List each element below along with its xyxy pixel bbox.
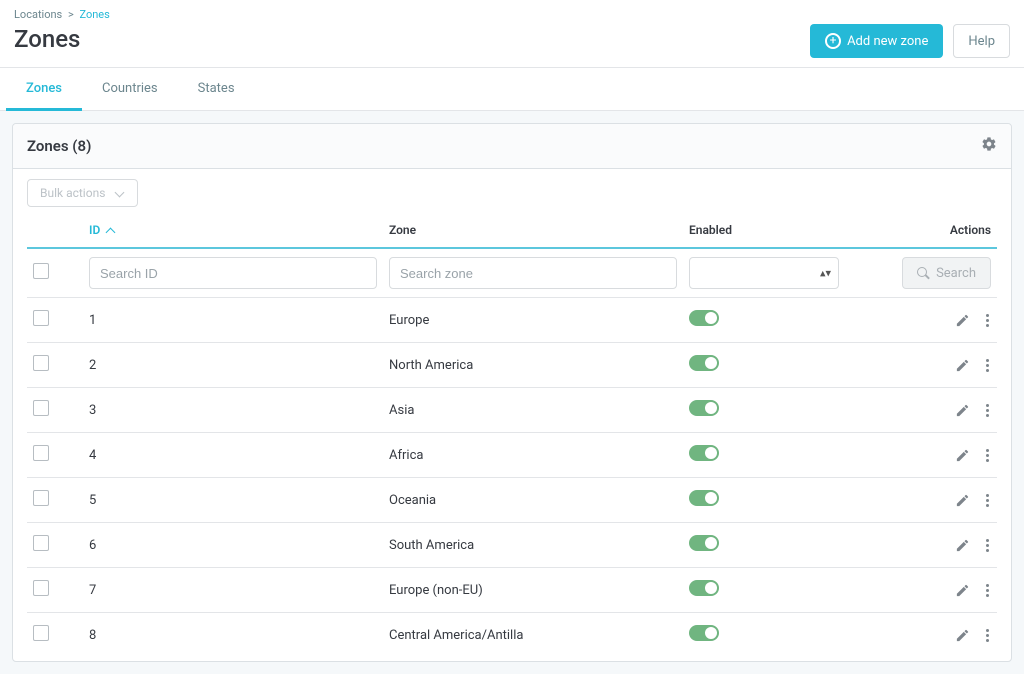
page-title: Zones xyxy=(14,25,80,53)
edit-icon[interactable] xyxy=(955,358,970,373)
gear-icon[interactable] xyxy=(981,136,997,156)
table-row: 7Europe (non-EU) xyxy=(27,568,997,613)
row-checkbox[interactable] xyxy=(33,490,49,506)
edit-icon[interactable] xyxy=(955,493,970,508)
row-checkbox[interactable] xyxy=(33,310,49,326)
col-id-label: ID xyxy=(89,223,100,237)
row-id: 7 xyxy=(83,568,383,613)
col-zone[interactable]: Zone xyxy=(383,215,683,248)
row-zone: Asia xyxy=(383,388,683,433)
row-checkbox[interactable] xyxy=(33,535,49,551)
breadcrumb: Locations > Zones xyxy=(14,4,1010,23)
row-checkbox[interactable] xyxy=(33,355,49,371)
kebab-icon[interactable] xyxy=(984,627,991,644)
table-body: 1Europe2North America3Asia4Africa5Oceani… xyxy=(27,298,997,658)
panel-title: Zones (8) xyxy=(27,137,91,155)
filter-zone-input[interactable] xyxy=(389,257,677,289)
table-row: 1Europe xyxy=(27,298,997,343)
breadcrumb-current[interactable]: Zones xyxy=(79,8,109,21)
table-row: 2North America xyxy=(27,343,997,388)
search-button[interactable]: Search xyxy=(902,257,991,289)
edit-icon[interactable] xyxy=(955,538,970,553)
kebab-icon[interactable] xyxy=(984,447,991,464)
row-checkbox[interactable] xyxy=(33,625,49,641)
enabled-toggle[interactable] xyxy=(689,625,719,641)
row-id: 2 xyxy=(83,343,383,388)
row-checkbox[interactable] xyxy=(33,445,49,461)
row-id: 5 xyxy=(83,478,383,523)
col-actions-label: Actions xyxy=(950,223,991,237)
col-enabled-label: Enabled xyxy=(689,223,732,237)
tabs: ZonesCountriesStates xyxy=(0,67,1024,111)
col-zone-label: Zone xyxy=(389,223,416,237)
table-row: 4Africa xyxy=(27,433,997,478)
tab-zones[interactable]: Zones xyxy=(6,68,82,111)
enabled-toggle[interactable] xyxy=(689,310,719,326)
row-zone: Central America/Antilla xyxy=(383,613,683,658)
col-id[interactable]: ID xyxy=(83,215,383,248)
enabled-toggle[interactable] xyxy=(689,535,719,551)
search-label: Search xyxy=(936,266,976,281)
kebab-icon[interactable] xyxy=(984,357,991,374)
kebab-icon[interactable] xyxy=(984,312,991,329)
kebab-icon[interactable] xyxy=(984,492,991,509)
enabled-toggle[interactable] xyxy=(689,400,719,416)
row-id: 3 xyxy=(83,388,383,433)
row-zone: Europe (non-EU) xyxy=(383,568,683,613)
row-id: 1 xyxy=(83,298,383,343)
col-actions: Actions xyxy=(917,215,997,248)
col-checkbox xyxy=(27,215,83,248)
filter-enabled-select[interactable] xyxy=(689,257,839,289)
filter-id-input[interactable] xyxy=(89,257,377,289)
add-new-zone-button[interactable]: Add new zone xyxy=(810,24,943,58)
kebab-icon[interactable] xyxy=(984,537,991,554)
chevron-down-icon xyxy=(115,188,125,198)
plus-circle-icon xyxy=(825,33,841,49)
select-all-checkbox[interactable] xyxy=(33,263,49,279)
edit-icon[interactable] xyxy=(955,313,970,328)
edit-icon[interactable] xyxy=(955,448,970,463)
edit-icon[interactable] xyxy=(955,583,970,598)
enabled-toggle[interactable] xyxy=(689,355,719,371)
add-new-zone-label: Add new zone xyxy=(847,34,928,49)
breadcrumb-separator: > xyxy=(65,8,77,21)
search-icon xyxy=(917,267,930,280)
row-id: 4 xyxy=(83,433,383,478)
breadcrumb-root[interactable]: Locations xyxy=(14,8,62,21)
bulk-actions-dropdown[interactable]: Bulk actions xyxy=(27,179,138,207)
kebab-icon[interactable] xyxy=(984,402,991,419)
table-row: 8Central America/Antilla xyxy=(27,613,997,658)
row-checkbox[interactable] xyxy=(33,400,49,416)
row-checkbox[interactable] xyxy=(33,580,49,596)
col-enabled[interactable]: Enabled xyxy=(683,215,839,248)
row-id: 8 xyxy=(83,613,383,658)
table-row: 6South America xyxy=(27,523,997,568)
row-zone: Europe xyxy=(383,298,683,343)
edit-icon[interactable] xyxy=(955,628,970,643)
help-button[interactable]: Help xyxy=(953,24,1010,58)
edit-icon[interactable] xyxy=(955,403,970,418)
enabled-toggle[interactable] xyxy=(689,580,719,596)
row-zone: South America xyxy=(383,523,683,568)
tab-countries[interactable]: Countries xyxy=(82,68,178,111)
bulk-actions-label: Bulk actions xyxy=(40,186,105,200)
enabled-toggle[interactable] xyxy=(689,490,719,506)
row-zone: North America xyxy=(383,343,683,388)
sort-asc-icon xyxy=(107,223,114,237)
table-row: 5Oceania xyxy=(27,478,997,523)
table-row: 3Asia xyxy=(27,388,997,433)
enabled-toggle[interactable] xyxy=(689,445,719,461)
row-zone: Africa xyxy=(383,433,683,478)
help-label: Help xyxy=(968,34,995,49)
kebab-icon[interactable] xyxy=(984,582,991,599)
tab-states[interactable]: States xyxy=(178,68,255,111)
row-id: 6 xyxy=(83,523,383,568)
row-zone: Oceania xyxy=(383,478,683,523)
